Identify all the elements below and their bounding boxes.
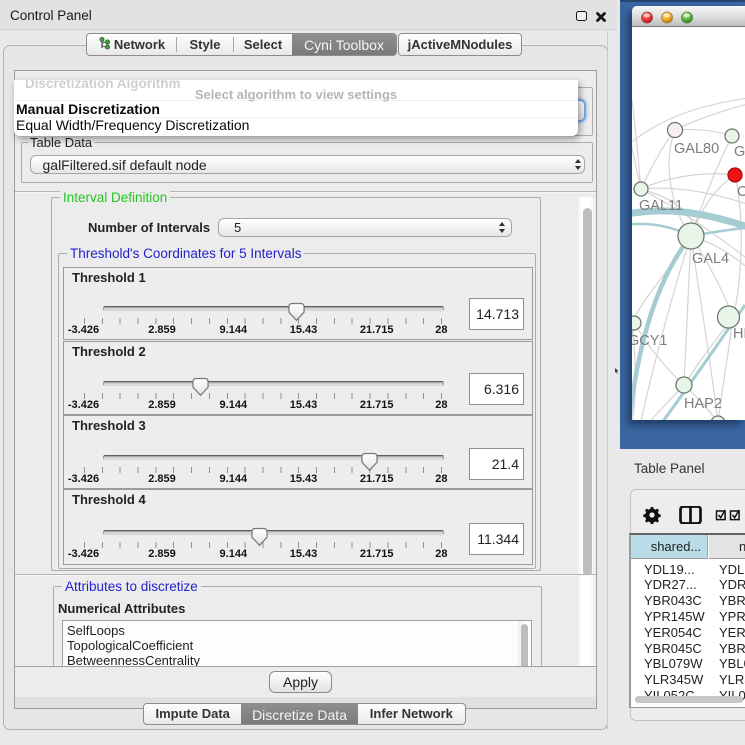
svg-text:GAL4: GAL4 — [692, 251, 729, 267]
svg-text:HAP2: HAP2 — [684, 396, 722, 412]
svg-text:GAL80: GAL80 — [674, 141, 719, 157]
svg-text:CR: CR — [737, 184, 745, 200]
svg-text:GAL11: GAL11 — [639, 198, 683, 214]
svg-text:GCY1: GCY1 — [632, 333, 668, 349]
svg-text:GAL1: GAL1 — [734, 144, 745, 160]
svg-text:HM: HM — [733, 326, 745, 342]
